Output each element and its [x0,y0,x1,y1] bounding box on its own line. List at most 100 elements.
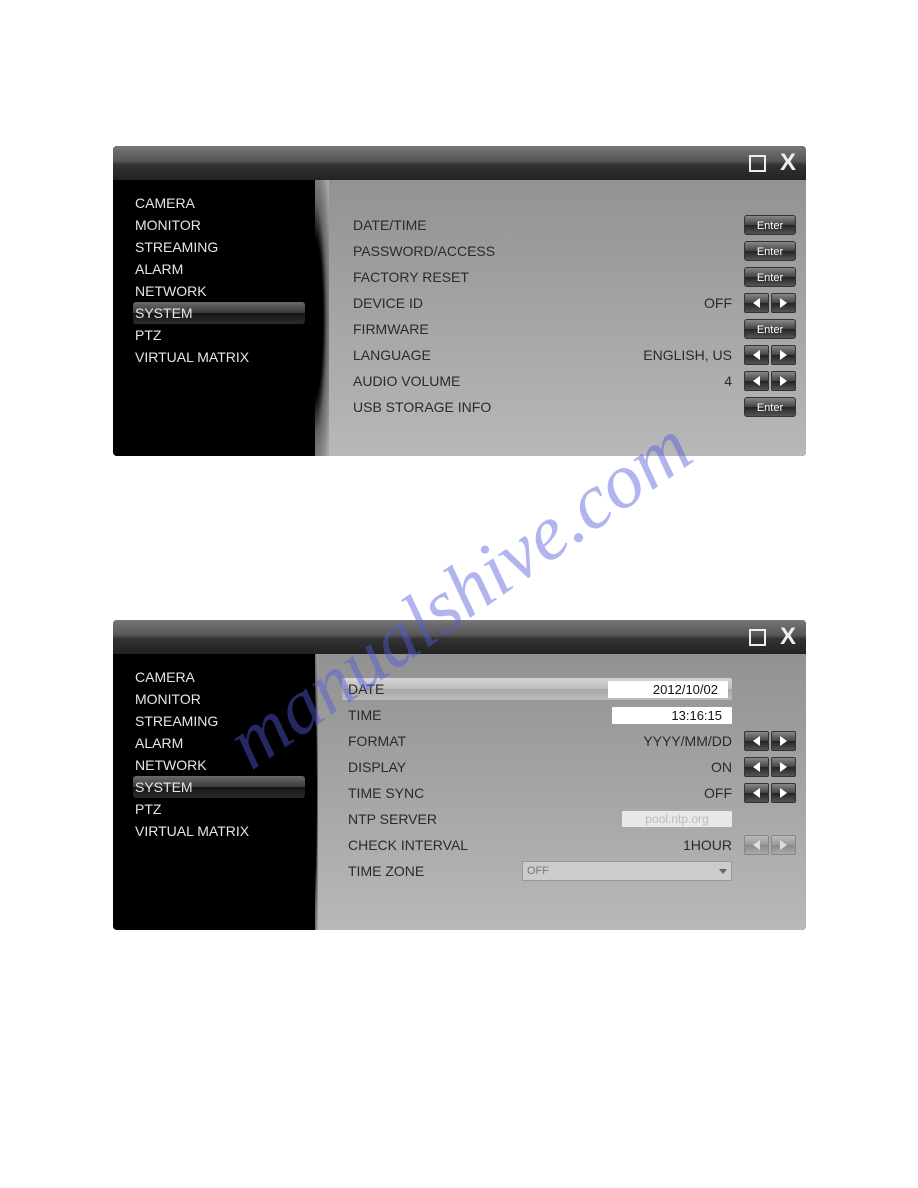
arrow-left-button[interactable] [744,371,769,391]
setting-row: AUDIO VOLUME4 [353,368,796,394]
sidebar-item-network[interactable]: NETWORK [133,754,305,776]
timezone-value: OFF [527,865,549,877]
sidebar-item-monitor[interactable]: MONITOR [133,214,305,236]
arrow-left-button [744,835,769,855]
maximize-icon[interactable] [749,629,766,646]
date-strip[interactable]: DATE2012/10/02 [342,678,732,700]
titlebar: X [113,146,806,180]
panel-content-system: DATE/TIMEEnterPASSWORD/ACCESSEnterFACTOR… [329,180,806,456]
sidebar-item-streaming[interactable]: STREAMING [133,710,305,732]
sidebar: CAMERAMONITORSTREAMINGALARMNETWORKSYSTEM… [113,180,315,456]
panel-divider [315,180,329,456]
sidebar-item-ptz[interactable]: PTZ [133,324,305,346]
settings-panel-datetime: X CAMERAMONITORSTREAMINGALARMNETWORKSYST… [113,620,806,930]
sidebar-item-ptz[interactable]: PTZ [133,798,305,820]
setting-label: PASSWORD/ACCESS [353,243,533,259]
setting-control: Enter [738,319,796,339]
time-label: TIME [342,707,522,723]
setting-row: DEVICE IDOFF [353,290,796,316]
check-interval-row: CHECK INTERVAL1HOUR [342,832,796,858]
enter-button[interactable]: Enter [744,215,796,235]
date-value[interactable]: 2012/10/02 [608,681,728,698]
arrow-right-button[interactable] [771,783,796,803]
sidebar-item-alarm[interactable]: ALARM [133,258,305,280]
arrow-right-button[interactable] [771,731,796,751]
enter-button[interactable]: Enter [744,267,796,287]
setting-label: FACTORY RESET [353,269,533,285]
titlebar: X [113,620,806,654]
sidebar-item-camera[interactable]: CAMERA [133,192,305,214]
maximize-icon[interactable] [749,155,766,172]
setting-control [738,345,796,365]
sidebar-item-virtual-matrix[interactable]: VIRTUAL MATRIX [133,820,305,842]
setting-value: ON [522,759,738,775]
setting-row: FACTORY RESET Enter [353,264,796,290]
check-interval-value: 1HOUR [522,837,738,853]
arrow-left-button[interactable] [744,345,769,365]
arrow-right-button[interactable] [771,293,796,313]
arrow-right-button[interactable] [771,371,796,391]
setting-row: FORMATYYYY/MM/DD [342,728,796,754]
sidebar-item-streaming[interactable]: STREAMING [133,236,305,258]
setting-label: DEVICE ID [353,295,533,311]
arrow-right-button[interactable] [771,345,796,365]
setting-row: PASSWORD/ACCESS Enter [353,238,796,264]
arrow-right-button[interactable] [771,757,796,777]
timezone-label: TIME ZONE [342,863,522,879]
enter-button[interactable]: Enter [744,241,796,261]
sidebar-item-camera[interactable]: CAMERA [133,666,305,688]
sidebar-item-virtual-matrix[interactable]: VIRTUAL MATRIX [133,346,305,368]
time-row: TIME 13:16:15 [342,702,796,728]
arrow-left-button[interactable] [744,293,769,313]
setting-label: LANGUAGE [353,347,533,363]
setting-control: Enter [738,241,796,261]
settings-panel-system: X CAMERAMONITORSTREAMINGALARMNETWORKSYST… [113,146,806,456]
setting-label: FORMAT [342,733,522,749]
enter-button[interactable]: Enter [744,397,796,417]
arrow-left-button[interactable] [744,731,769,751]
close-icon[interactable]: X [780,151,796,175]
ntp-value: pool.ntp.org [622,811,732,827]
setting-row: FIRMWARE Enter [353,316,796,342]
arrow-left-button[interactable] [744,757,769,777]
setting-control [738,731,796,751]
setting-control: Enter [738,215,796,235]
setting-control: Enter [738,267,796,287]
setting-value: ENGLISH, US [533,347,738,363]
timezone-row: TIME ZONE OFF [342,858,796,884]
arrow-left-button[interactable] [744,783,769,803]
setting-control [738,783,796,803]
setting-row: USB STORAGE INFOEnter [353,394,796,420]
setting-label: DATE/TIME [353,217,533,233]
ntp-row: NTP SERVER pool.ntp.org [342,806,796,832]
setting-control [738,371,796,391]
setting-control: Enter [738,397,796,417]
sidebar-item-system[interactable]: SYSTEM [133,302,305,324]
setting-row: DATE/TIME Enter [353,212,796,238]
sidebar-item-alarm[interactable]: ALARM [133,732,305,754]
setting-value: 4 [533,373,738,389]
ntp-label: NTP SERVER [342,811,522,827]
sidebar: CAMERAMONITORSTREAMINGALARMNETWORKSYSTEM… [113,654,315,930]
setting-value: YYYY/MM/DD [522,733,738,749]
setting-label: AUDIO VOLUME [353,373,533,389]
sidebar-item-network[interactable]: NETWORK [133,280,305,302]
setting-control [738,835,796,855]
setting-control [738,293,796,313]
setting-value: OFF [533,295,738,311]
chevron-down-icon [719,869,727,874]
setting-label: FIRMWARE [353,321,533,337]
close-icon[interactable]: X [780,625,796,649]
sidebar-item-system[interactable]: SYSTEM [133,776,305,798]
setting-row: DISPLAYON [342,754,796,780]
setting-row: LANGUAGEENGLISH, US [353,342,796,368]
panel-content-datetime: DATE2012/10/02 TIME 13:16:15 FORMATYYYY/MM/… [318,654,806,930]
sidebar-item-monitor[interactable]: MONITOR [133,688,305,710]
check-interval-label: CHECK INTERVAL [342,837,522,853]
date-label: DATE [348,681,608,697]
time-value[interactable]: 13:16:15 [612,707,732,724]
setting-row: TIME SYNCOFF [342,780,796,806]
setting-label: DISPLAY [342,759,522,775]
timezone-select[interactable]: OFF [522,861,732,881]
enter-button[interactable]: Enter [744,319,796,339]
